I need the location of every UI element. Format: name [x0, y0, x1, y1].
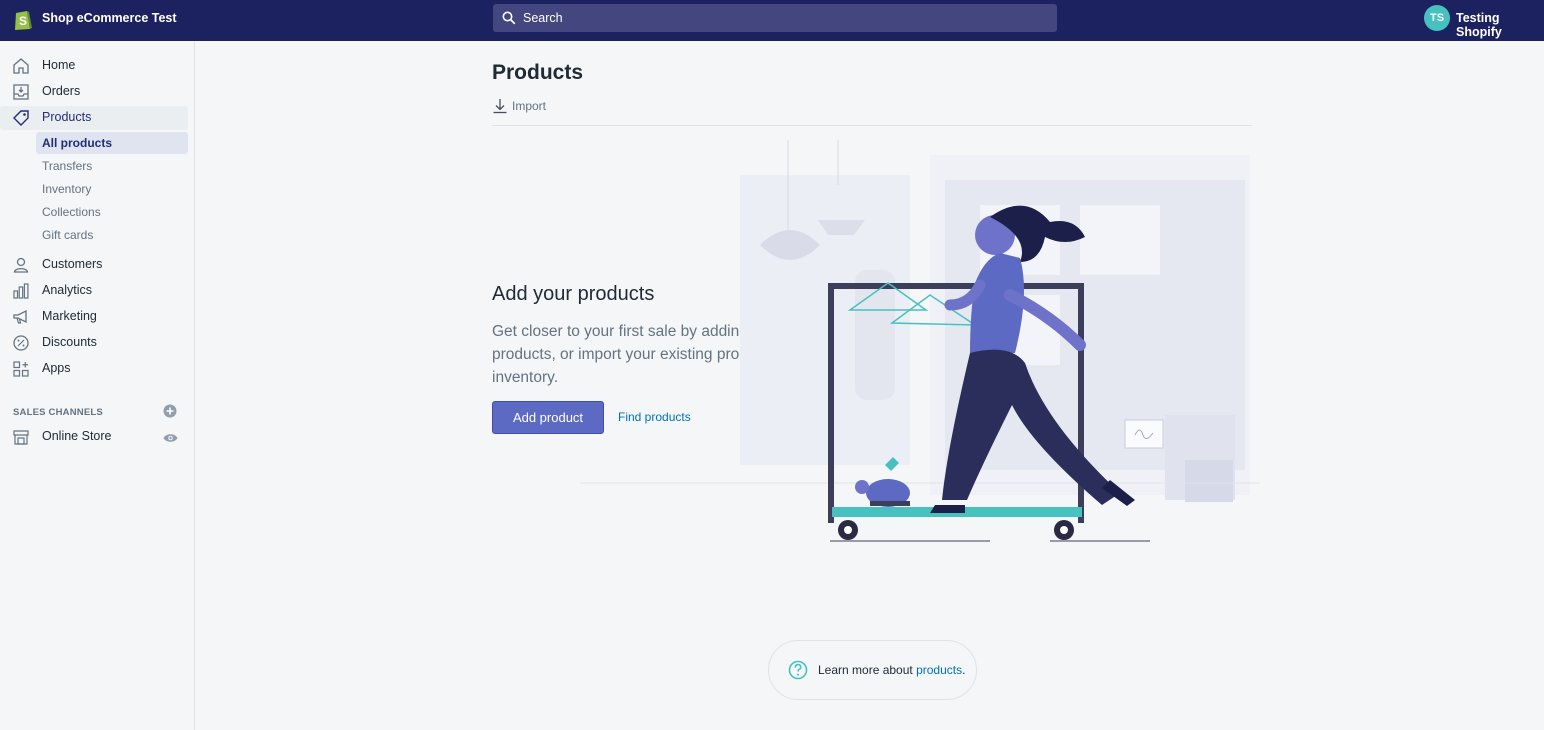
shopify-logo-icon[interactable]: S [13, 8, 33, 31]
store-icon [13, 430, 29, 445]
sidebar-item-discounts[interactable]: Discounts [0, 331, 188, 355]
person-icon [13, 257, 29, 273]
sidebar-item-orders[interactable]: Orders [0, 80, 188, 104]
sidebar-subitem-label: Collections [42, 205, 101, 219]
sidebar-item-home[interactable]: Home [0, 54, 188, 78]
learn-more-footer: Learn more about products. [768, 640, 977, 700]
search-placeholder: Search [523, 11, 563, 25]
discount-icon [13, 335, 29, 351]
sidebar-subitem-label: All products [42, 136, 113, 150]
sidebar-item-label: Analytics [42, 283, 93, 297]
top-bar: S Shop eCommerce Test Search TS Testing … [0, 0, 1544, 41]
orders-icon [13, 84, 29, 100]
sidebar-subitem-gift-cards[interactable]: Gift cards [36, 224, 188, 246]
add-circle-icon[interactable] [163, 404, 177, 418]
sidebar-item-customers[interactable]: Customers [0, 253, 188, 277]
search-bar[interactable]: Search [493, 4, 1057, 32]
import-label: Import [512, 99, 547, 113]
shop-name[interactable]: Shop eCommerce Test [42, 11, 177, 25]
sidebar-subitem-label: Inventory [42, 182, 92, 196]
sidebar-subitem-inventory[interactable]: Inventory [36, 178, 188, 200]
learn-more-suffix: . [962, 663, 966, 677]
sidebar-item-label: Customers [42, 257, 103, 271]
sidebar-item-products[interactable]: Products [0, 106, 188, 130]
sidebar: Home Orders Products All products Transf… [0, 41, 195, 730]
sidebar-subitem-label: Transfers [42, 159, 93, 173]
sidebar-item-analytics[interactable]: Analytics [0, 279, 188, 303]
svg-text:S: S [19, 14, 27, 28]
sidebar-subitem-transfers[interactable]: Transfers [36, 155, 188, 177]
sidebar-subitem-all-products[interactable]: All products [36, 132, 188, 154]
eye-icon[interactable] [163, 432, 178, 444]
sidebar-subitem-collections[interactable]: Collections [36, 201, 188, 223]
sidebar-subitem-label: Gift cards [42, 228, 94, 242]
home-icon [13, 58, 29, 74]
sidebar-item-label: Orders [42, 84, 81, 98]
sidebar-item-label: Marketing [42, 309, 97, 323]
learn-more-text: Learn more about products. [818, 663, 965, 677]
products-help-link[interactable]: products [916, 663, 962, 677]
header-divider [492, 125, 1252, 126]
sidebar-item-label: Online Store [42, 429, 112, 443]
page-title: Products [492, 61, 584, 84]
search-icon [502, 11, 516, 25]
sidebar-item-apps[interactable]: Apps [0, 357, 188, 381]
sidebar-item-label: Products [42, 110, 92, 124]
sales-channels-heading: SALES CHANNELS [13, 407, 103, 418]
sidebar-item-label: Discounts [42, 335, 97, 349]
download-icon [493, 99, 507, 114]
bar-chart-icon [13, 283, 29, 299]
sidebar-item-label: Home [42, 58, 76, 72]
sidebar-item-online-store[interactable]: Online Store [0, 425, 188, 449]
apps-icon [13, 361, 29, 377]
user-name[interactable]: Testing Shopify [1456, 11, 1544, 39]
empty-state-illustration [580, 140, 1260, 542]
sidebar-item-marketing[interactable]: Marketing [0, 305, 188, 329]
tag-icon [13, 110, 29, 126]
megaphone-icon [13, 309, 27, 324]
help-circle-icon [788, 660, 808, 680]
sidebar-item-label: Apps [42, 361, 71, 375]
avatar[interactable]: TS [1424, 5, 1450, 31]
learn-more-prefix: Learn more about [818, 663, 917, 677]
